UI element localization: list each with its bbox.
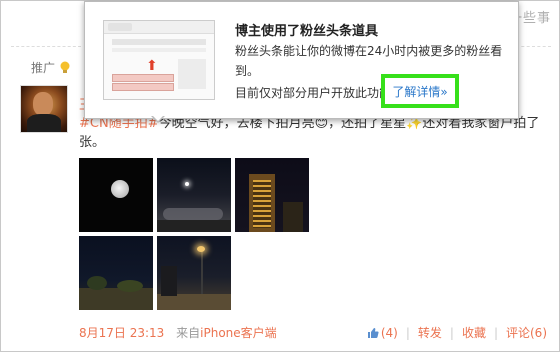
action-bar: (4) | 转发 | 收藏 | 评论(6) <box>367 324 547 341</box>
separator: | <box>449 325 454 340</box>
photo-building[interactable] <box>235 158 309 232</box>
like-button[interactable]: (4) <box>367 326 398 340</box>
bulb-icon[interactable] <box>59 61 71 75</box>
preview-image: ⬆ <box>103 20 215 100</box>
learn-more-link[interactable]: 了解详情» <box>381 74 459 108</box>
learn-more-label: 了解详情» <box>392 84 448 99</box>
favorite-button[interactable]: 收藏 <box>462 324 486 341</box>
separator: | <box>405 325 410 340</box>
preview-block <box>112 48 206 52</box>
separator: | <box>493 325 498 340</box>
promo-label: 推广 <box>31 61 56 75</box>
like-icon <box>367 327 379 338</box>
popup-title: 博主使用了粉丝头条道具 <box>235 24 379 39</box>
avatar-body <box>27 114 61 132</box>
source-prefix: 来自 <box>176 326 201 340</box>
photo-night-sky-clouds[interactable] <box>157 158 231 232</box>
post-meta: 8月17日 23:13 来自iPhone客户端 <box>79 324 277 341</box>
like-count: (4) <box>380 325 398 340</box>
post-source[interactable]: iPhone客户端 <box>200 326 277 340</box>
photo-street[interactable] <box>157 236 231 310</box>
photo-trees[interactable] <box>79 236 153 310</box>
post-text: 王 #CN随手拍#今晚空气好，去楼下拍月亮😊，还拍了星星✨还对着我家窗户拍了张。 <box>79 98 549 152</box>
avatar[interactable] <box>20 85 68 133</box>
divider <box>516 46 551 47</box>
popup-pointer-inner <box>152 115 164 121</box>
preview-block <box>178 59 206 89</box>
preview-logo <box>108 23 132 31</box>
popup-description: 粉丝头条能让你的微博在24小时内被更多的粉丝看到。 <box>235 44 503 78</box>
avatar-face <box>33 92 53 116</box>
preview-header <box>104 21 214 34</box>
preview-block <box>112 39 206 45</box>
forward-button[interactable]: 转发 <box>418 324 442 341</box>
post-time[interactable]: 8月17日 23:13 <box>79 326 164 340</box>
fans-headline-popup: ⬆ 博主使用了粉丝头条道具 粉丝头条能让你的微博在24小时内被更多的粉丝看到。 … <box>84 1 519 119</box>
photo-moon[interactable] <box>79 158 153 232</box>
preview-highlight-block <box>112 74 174 82</box>
weibo-feed-card: 互联网的一些事 推广 王 #CN随手拍#今晚空气好，去楼下拍月亮😊，还拍了星星✨… <box>0 0 560 352</box>
preview-highlight-block <box>112 83 174 91</box>
popup-note: 目前仅对部分用户开放此功能 <box>235 86 392 100</box>
up-arrow-icon: ⬆ <box>146 58 158 74</box>
comment-button[interactable]: 评论(6) <box>506 324 547 341</box>
divider <box>11 46 81 47</box>
promo-row: 推广 <box>31 59 71 76</box>
